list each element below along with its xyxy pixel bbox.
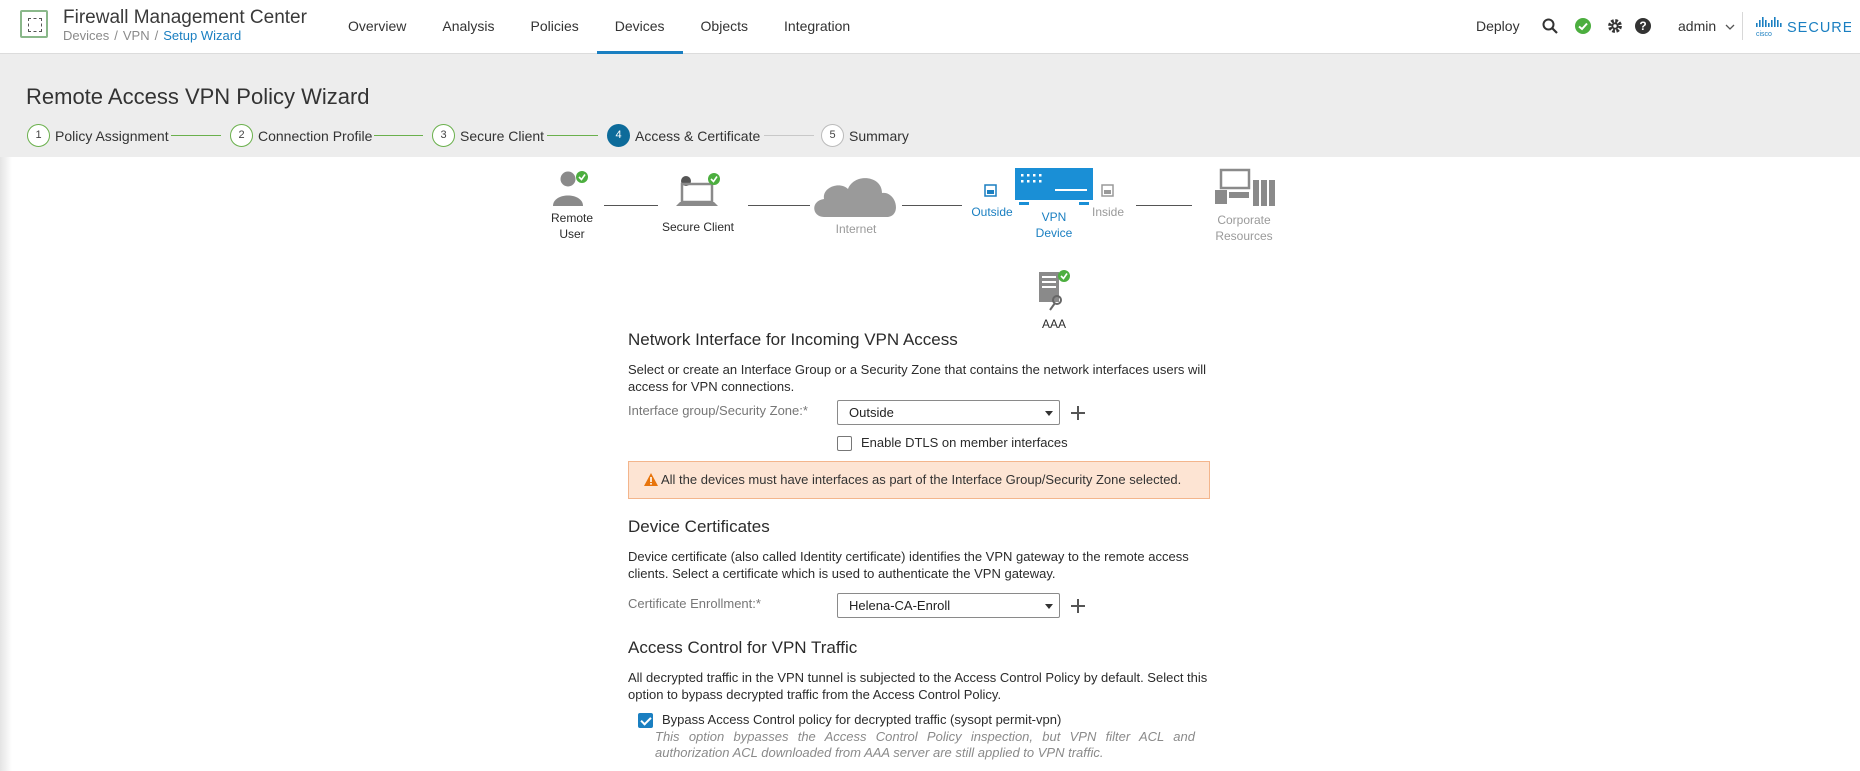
step-connector [374, 135, 423, 136]
connector-line [1136, 205, 1192, 206]
interface-zone-value: Outside [849, 405, 894, 420]
user-name: admin [1678, 18, 1717, 34]
main-nav: Overview Analysis Policies Devices Objec… [330, 0, 868, 54]
nav-policies[interactable]: Policies [513, 0, 597, 54]
app-title: Firewall Management Center [63, 7, 307, 28]
svg-text:?: ? [1639, 19, 1646, 33]
add-certificate-enrollment-icon[interactable] [1071, 599, 1085, 613]
device-certificates-description: Device certificate (also called Identity… [628, 549, 1189, 581]
warning-text: All the devices must have interfaces as … [661, 472, 1182, 487]
user-menu[interactable]: admin [1678, 18, 1735, 34]
gear-icon[interactable] [1606, 17, 1624, 35]
cisco-secure-logo: cisco SECURE [1756, 17, 1851, 38]
step-3-number[interactable]: 3 [432, 124, 455, 147]
warning-banner: All the devices must have interfaces as … [628, 461, 1210, 499]
breadcrumb-devices[interactable]: Devices [63, 28, 109, 43]
step-3-label[interactable]: Secure Client [460, 128, 544, 144]
remote-user-icon [553, 171, 588, 206]
step-5-number: 5 [821, 124, 844, 147]
step-1-label[interactable]: Policy Assignment [55, 128, 169, 144]
vpn-device-label: VPN Device [1035, 210, 1073, 240]
certificate-enrollment-value: Helena-CA-Enroll [849, 598, 951, 613]
nav-integration[interactable]: Integration [766, 0, 868, 54]
nav-objects[interactable]: Objects [683, 0, 766, 54]
breadcrumb-vpn[interactable]: VPN [123, 28, 150, 43]
wizard-header: Remote Access VPN Policy Wizard 1 Policy… [0, 54, 1860, 157]
certificate-enrollment-label: Certificate Enrollment:* [628, 596, 761, 611]
internet-cloud-icon [814, 178, 896, 217]
step-2-number[interactable]: 2 [230, 124, 253, 147]
device-certificates-title: Device Certificates [628, 517, 770, 536]
bypass-access-control-label: Bypass Access Control policy for decrypt… [662, 712, 1062, 727]
search-icon[interactable] [1541, 17, 1559, 35]
step-4-number[interactable]: 4 [607, 124, 630, 147]
toolbar-divider [1742, 12, 1743, 40]
left-panel-shadow [0, 157, 12, 771]
fmc-logo-icon[interactable] [20, 10, 48, 38]
inside-label: Inside [1091, 205, 1125, 219]
breadcrumb: Devices / VPN / Setup Wizard [63, 28, 242, 43]
inside-interface-icon [1101, 184, 1114, 197]
add-interface-zone-icon[interactable] [1071, 406, 1085, 420]
aaa-label: AAA [1041, 317, 1066, 331]
enable-dtls-label: Enable DTLS on member interfaces [861, 435, 1068, 450]
bypass-note: This option bypasses the Access Control … [655, 729, 1195, 760]
corporate-resources-label: Corporate Resources [1215, 213, 1273, 243]
access-control-description: All decrypted traffic in the VPN tunnel … [628, 670, 1208, 702]
enable-dtls-checkbox[interactable] [837, 436, 852, 451]
interface-zone-select[interactable]: Outside [837, 400, 1060, 425]
nav-devices[interactable]: Devices [596, 0, 683, 54]
page-title: Remote Access VPN Policy Wizard [26, 84, 370, 109]
connector-line [748, 205, 810, 206]
top-navigation-bar: Firewall Management Center Devices / VPN / S… [0, 0, 1860, 54]
network-interface-title: Network Interface for Incoming VPN Acces… [628, 330, 958, 349]
access-control-title: Access Control for VPN Traffic [628, 638, 858, 657]
nav-analysis[interactable]: Analysis [424, 0, 512, 54]
step-connector [764, 135, 814, 136]
remote-user-label: Remote User [550, 211, 594, 241]
secure-client-label: Secure Client [661, 220, 735, 234]
step-5-label: Summary [849, 128, 909, 144]
breadcrumb-setup-wizard: Setup Wizard [163, 28, 242, 43]
outside-interface-icon [984, 184, 997, 197]
connector-line [902, 205, 962, 206]
dropdown-caret-icon [1045, 411, 1053, 416]
secure-client-laptop-icon [676, 173, 720, 206]
step-connector [547, 135, 598, 136]
step-4-label[interactable]: Access & Certificate [635, 128, 760, 144]
deploy-button[interactable]: Deploy [1476, 18, 1520, 34]
chevron-down-icon [1725, 24, 1735, 30]
step-connector [171, 135, 221, 136]
vpn-device-firewall-icon [1015, 168, 1093, 205]
step-1-number[interactable]: 1 [27, 124, 50, 147]
brand-sub-text: cisco [1756, 31, 1772, 38]
network-interface-description: Select or create an Interface Group or a… [628, 362, 1207, 394]
warning-icon [644, 473, 658, 486]
internet-label: Internet [835, 222, 877, 236]
brand-text: SECURE [1787, 20, 1851, 36]
connector-line [604, 205, 658, 206]
status-ok-icon[interactable] [1574, 17, 1592, 35]
corporate-resources-icon [1215, 168, 1275, 206]
bypass-access-control-checkbox[interactable] [638, 713, 653, 728]
aaa-server-icon [1039, 270, 1070, 311]
step-2-label[interactable]: Connection Profile [258, 128, 372, 144]
vpn-topology-diagram: Remote User Secure Client Internet Outsi… [540, 165, 1300, 340]
certificate-enrollment-select[interactable]: Helena-CA-Enroll [837, 593, 1060, 618]
nav-overview[interactable]: Overview [330, 0, 424, 54]
help-icon[interactable]: ? [1634, 17, 1652, 35]
dropdown-caret-icon [1045, 604, 1053, 609]
interface-zone-label: Interface group/Security Zone:* [628, 403, 808, 418]
